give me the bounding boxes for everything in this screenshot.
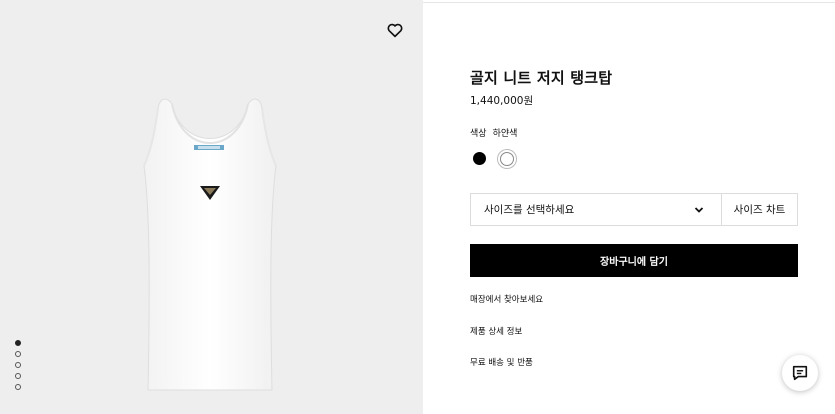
product-title: 골지 니트 저지 탱크탑 <box>470 69 613 87</box>
size-placeholder: 사이즈를 선택하세요 <box>484 204 575 216</box>
shipping-returns-link[interactable]: 무료 배송 및 반품 <box>470 356 533 368</box>
size-selector-row: 사이즈를 선택하세요 사이즈 차트 <box>470 193 798 226</box>
header-divider <box>423 2 835 3</box>
chat-icon <box>792 365 808 381</box>
gallery-pagination <box>15 340 21 390</box>
gallery-dot[interactable] <box>15 362 21 368</box>
add-to-cart-button[interactable]: 장바구니에 담기 <box>470 244 798 277</box>
product-image <box>143 98 277 391</box>
size-dropdown[interactable]: 사이즈를 선택하세요 <box>471 194 722 225</box>
swatch-black[interactable] <box>473 152 486 165</box>
gallery-dot[interactable] <box>15 373 21 379</box>
selected-color: 하얀색 <box>492 129 518 139</box>
heart-icon[interactable] <box>386 21 404 39</box>
color-label: 색상 <box>470 129 487 139</box>
product-details-link[interactable]: 제품 상세 정보 <box>470 325 522 337</box>
product-price: 1,440,000원 <box>470 95 534 107</box>
chevron-down-icon <box>694 206 704 213</box>
gallery-dot[interactable] <box>15 340 21 346</box>
chat-button[interactable] <box>782 355 818 391</box>
gallery-dot[interactable] <box>15 384 21 390</box>
swatch-white[interactable] <box>500 151 514 166</box>
gallery-dot[interactable] <box>15 351 21 357</box>
size-chart-link[interactable]: 사이즈 차트 <box>722 194 797 225</box>
color-swatches <box>472 151 514 166</box>
product-gallery[interactable] <box>0 0 423 414</box>
find-in-store-link[interactable]: 매장에서 찾아보세요 <box>470 293 543 305</box>
color-info: 색상 하얀색 <box>470 126 517 139</box>
